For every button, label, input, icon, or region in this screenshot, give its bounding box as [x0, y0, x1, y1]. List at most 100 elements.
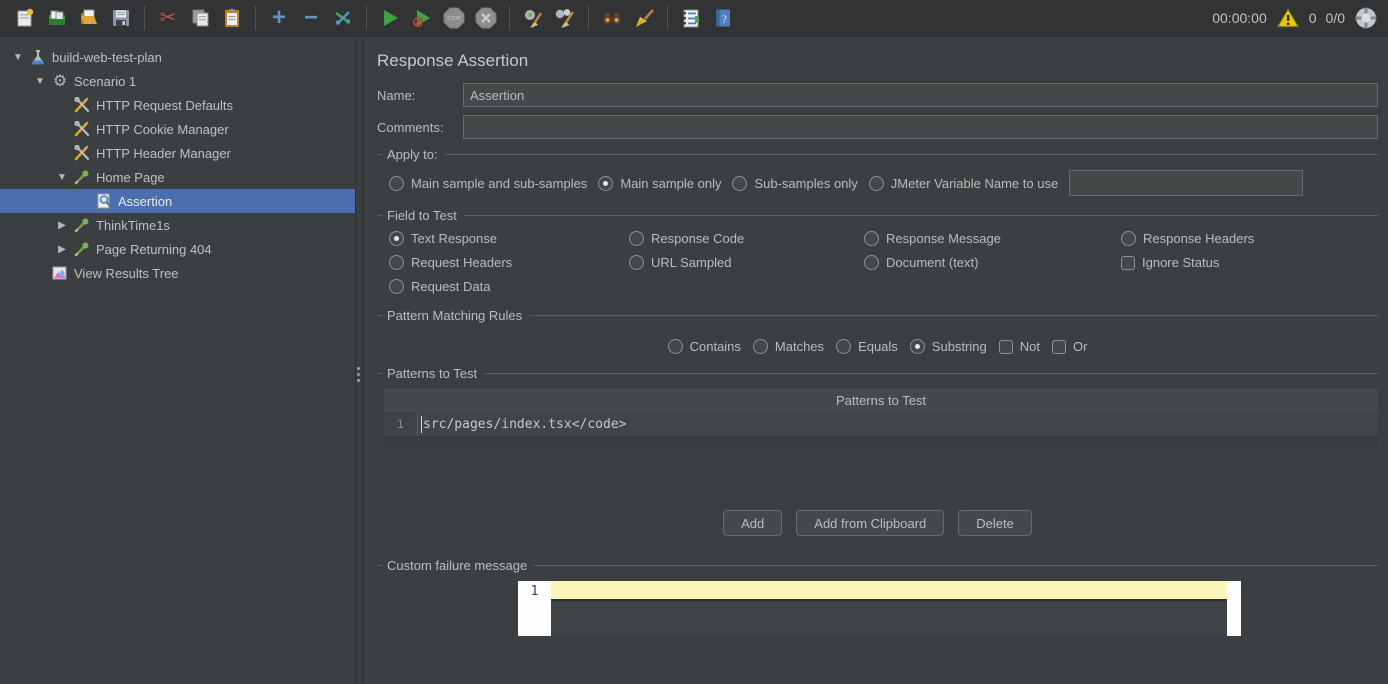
- response-message-option[interactable]: Response Message: [864, 231, 1121, 246]
- expand-arrow-icon[interactable]: [8, 52, 28, 63]
- start-no-timers-button[interactable]: [407, 3, 437, 33]
- row-number: 1: [384, 412, 418, 436]
- copy-icon: [189, 7, 211, 29]
- expand-arrow-icon[interactable]: [52, 244, 72, 255]
- request-headers-option[interactable]: Request Headers: [389, 255, 629, 270]
- checkbox-icon: [1121, 256, 1135, 270]
- add-from-clipboard-button[interactable]: Add from Clipboard: [796, 510, 944, 536]
- expand-arrow-icon[interactable]: [30, 76, 50, 87]
- help-button[interactable]: ?: [708, 3, 738, 33]
- new-file-button[interactable]: [10, 3, 40, 33]
- contains-option[interactable]: Contains: [668, 339, 741, 354]
- comments-input[interactable]: [463, 115, 1378, 139]
- option-label: Main sample and sub-samples: [411, 176, 587, 191]
- tree-item-view-results-tree[interactable]: View Results Tree: [0, 261, 355, 285]
- apply-to-fieldset: Apply to: Main sample and sub-samples Ma…: [377, 147, 1378, 196]
- expand-arrow-icon[interactable]: [52, 172, 72, 183]
- page-title: Response Assertion: [377, 51, 1378, 71]
- ignore-status-option[interactable]: Ignore Status: [1121, 255, 1378, 270]
- apply-jmeter-variable-option[interactable]: JMeter Variable Name to use: [869, 176, 1058, 191]
- response-code-option[interactable]: Response Code: [629, 231, 864, 246]
- document-text-option[interactable]: Document (text): [864, 255, 1121, 270]
- open-folder-icon: [78, 7, 100, 29]
- warning-icon[interactable]: [1276, 7, 1300, 29]
- sampler-icon: [72, 241, 92, 257]
- equals-option[interactable]: Equals: [836, 339, 898, 354]
- tree-item-thinktime1s[interactable]: ThinkTime1s: [0, 213, 355, 237]
- results-tree-icon: [50, 265, 70, 281]
- option-label: Equals: [858, 339, 898, 354]
- templates-button[interactable]: [42, 3, 72, 33]
- toggle-button[interactable]: [328, 3, 358, 33]
- paste-icon: [221, 7, 243, 29]
- editor-text-area[interactable]: [551, 601, 1227, 636]
- tree-item-assertion[interactable]: Assertion: [0, 189, 355, 213]
- copy-button[interactable]: [185, 3, 215, 33]
- apply-main-and-sub-option[interactable]: Main sample and sub-samples: [389, 176, 587, 191]
- tree-item-label: Scenario 1: [74, 74, 136, 89]
- option-label: Not: [1020, 339, 1040, 354]
- jmeter-variable-input[interactable]: [1069, 170, 1303, 196]
- matches-option[interactable]: Matches: [753, 339, 824, 354]
- name-input[interactable]: [463, 83, 1378, 107]
- add-button[interactable]: [264, 3, 294, 33]
- tree-item-http-request-defaults[interactable]: HTTP Request Defaults: [0, 93, 355, 117]
- response-headers-option[interactable]: Response Headers: [1121, 231, 1378, 246]
- editor-scrollbar[interactable]: [1227, 581, 1241, 636]
- sampler-icon: [72, 217, 92, 233]
- active-threads: 0/0: [1326, 10, 1345, 26]
- option-label: Document (text): [886, 255, 978, 270]
- name-label: Name:: [377, 88, 463, 103]
- checkbox-icon: [999, 340, 1013, 354]
- save-button[interactable]: [106, 3, 136, 33]
- add-pattern-button[interactable]: Add: [723, 510, 782, 536]
- apply-sub-only-option[interactable]: Sub-samples only: [732, 176, 857, 191]
- tree-item-test-plan[interactable]: build-web-test-plan: [0, 45, 355, 69]
- radio-icon: [753, 339, 768, 354]
- tree-item-http-cookie-manager[interactable]: HTTP Cookie Manager: [0, 117, 355, 141]
- tree-item-scenario-1[interactable]: Scenario 1: [0, 69, 355, 93]
- shutdown-icon: [474, 6, 498, 30]
- pattern-matching-rules-legend: Pattern Matching Rules: [377, 308, 1378, 323]
- reset-search-button[interactable]: [629, 3, 659, 33]
- expand-arrow-icon[interactable]: [52, 220, 72, 231]
- apply-main-only-option[interactable]: Main sample only: [598, 176, 721, 191]
- stop-button[interactable]: STOP: [439, 3, 469, 33]
- search-button[interactable]: [597, 3, 627, 33]
- clear-icon: [522, 7, 544, 29]
- not-option[interactable]: Not: [999, 339, 1040, 354]
- toolbar-separator: [366, 6, 367, 30]
- pattern-row[interactable]: 1 src/pages/index.tsx</code>: [384, 412, 1378, 436]
- stop-icon: STOP: [442, 6, 466, 30]
- option-label: Response Headers: [1143, 231, 1254, 246]
- start-button[interactable]: [375, 3, 405, 33]
- radio-icon: [389, 279, 404, 294]
- text-response-option[interactable]: Text Response: [389, 231, 629, 246]
- delete-pattern-button[interactable]: Delete: [958, 510, 1032, 536]
- substring-option[interactable]: Substring: [910, 339, 987, 354]
- open-file-button[interactable]: [74, 3, 104, 33]
- remove-button[interactable]: [296, 3, 326, 33]
- custom-failure-editor[interactable]: 1: [518, 581, 1241, 636]
- request-data-option[interactable]: Request Data: [389, 279, 629, 294]
- svg-text:?: ?: [722, 14, 727, 26]
- editor-active-line[interactable]: [551, 581, 1227, 601]
- tree-item-home-page[interactable]: Home Page: [0, 165, 355, 189]
- shutdown-button[interactable]: [471, 3, 501, 33]
- function-helper-button[interactable]: [676, 3, 706, 33]
- clear-all-button[interactable]: [550, 3, 580, 33]
- remote-wheel-icon[interactable]: [1354, 6, 1378, 30]
- option-label: Main sample only: [620, 176, 721, 191]
- patterns-table-header: Patterns to Test: [384, 389, 1378, 412]
- pattern-value[interactable]: src/pages/index.tsx</code>: [423, 417, 627, 432]
- splitter-handle[interactable]: [355, 37, 363, 684]
- option-label: Contains: [690, 339, 741, 354]
- tree-item-http-header-manager[interactable]: HTTP Header Manager: [0, 141, 355, 165]
- or-option[interactable]: Or: [1052, 339, 1087, 354]
- paste-button[interactable]: [217, 3, 247, 33]
- clear-button[interactable]: [518, 3, 548, 33]
- url-sampled-option[interactable]: URL Sampled: [629, 255, 864, 270]
- cut-button[interactable]: [153, 3, 183, 33]
- tree-item-page-returning-404[interactable]: Page Returning 404: [0, 237, 355, 261]
- apply-to-legend: Apply to:: [377, 147, 1378, 162]
